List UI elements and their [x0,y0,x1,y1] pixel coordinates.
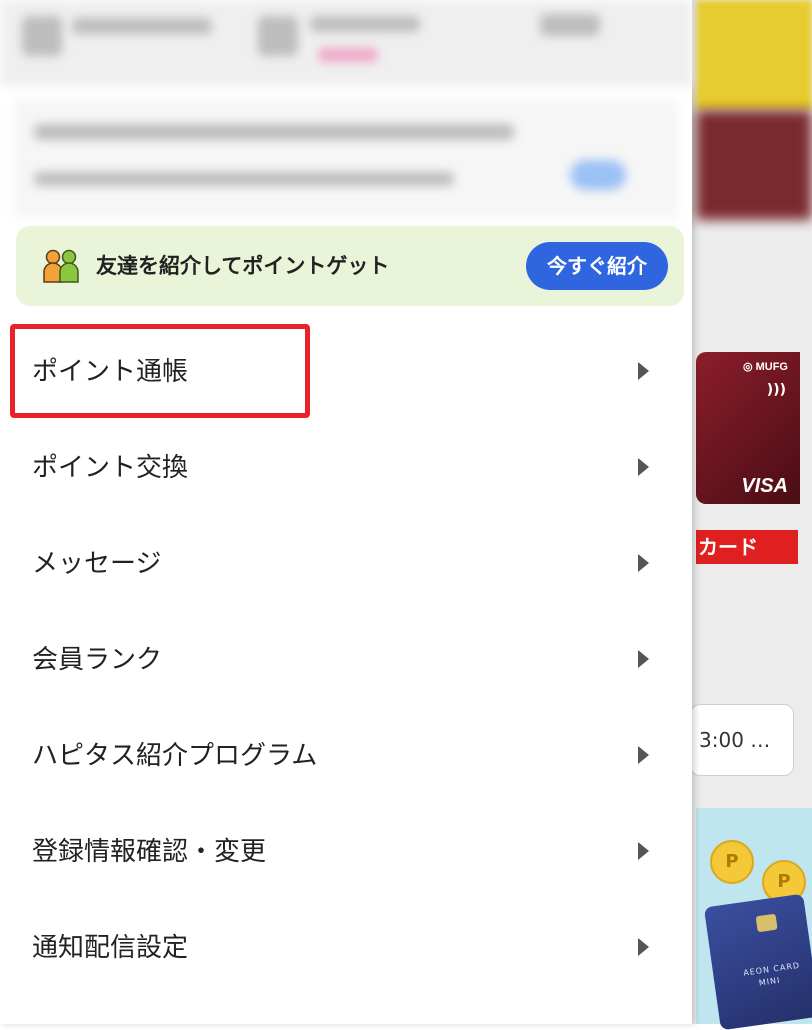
card-chip-icon [755,913,778,933]
time-chip: 3:00 … [690,704,794,776]
menu-item-label: ポイント交換 [32,453,189,483]
drawer-header-blurred [0,0,692,86]
drawer-menu: ポイント通帳 ポイント交換 メッセージ 会員ランク ハピタス紹介プログラム 登録… [0,324,692,996]
menu-item-point-exchange[interactable]: ポイント交換 [0,420,692,516]
drawer-notice-blurred [14,100,678,218]
aeon-card-text: AEON CARD [742,960,801,978]
chevron-right-icon [638,842,649,860]
menu-item-label: 登録情報確認・変更 [32,837,267,867]
card-label: カード [696,530,798,564]
menu-item-notification-settings[interactable]: 通知配信設定 [0,900,692,996]
menu-item-label: メッセージ [32,549,162,579]
menu-item-label: 通知配信設定 [32,933,189,963]
menu-item-label: ポイント通帳 [32,357,189,387]
coin-icon: P [710,840,754,884]
menu-item-referral-program[interactable]: ハピタス紹介プログラム [0,708,692,804]
chevron-right-icon [638,650,649,668]
menu-item-point-passbook[interactable]: ポイント通帳 [0,324,692,420]
referral-banner[interactable]: 友達を紹介してポイントゲット 今すぐ紹介 [16,226,684,306]
chevron-right-icon [638,362,649,380]
background-banner-blurred [696,110,812,220]
menu-item-messages[interactable]: メッセージ [0,516,692,612]
menu-item-member-rank[interactable]: 会員ランク [0,612,692,708]
card-brand: VISA [741,475,788,497]
refer-now-button[interactable]: 今すぐ紹介 [526,242,668,290]
credit-card-image: ◎ MUFG ))) VISA [696,352,800,504]
side-drawer: 友達を紹介してポイントゲット 今すぐ紹介 ポイント通帳 ポイント交換 メッセージ… [0,0,692,1024]
menu-item-account-settings[interactable]: 登録情報確認・変更 [0,804,692,900]
background-header-blurred [696,0,812,110]
aeon-card-image: AEON CARD MINI [703,893,812,1030]
contactless-icon: ))) [766,382,786,398]
two-people-icon [43,249,79,283]
chevron-right-icon [638,938,649,956]
menu-item-label: ハピタス紹介プログラム [32,741,318,771]
referral-text: 友達を紹介してポイントゲット [96,254,390,278]
aeon-card-subtext: MINI [758,975,781,988]
chevron-right-icon [638,458,649,476]
chevron-right-icon [638,746,649,764]
chevron-right-icon [638,554,649,572]
menu-item-label: 会員ランク [32,645,163,675]
card-brand-top: ◎ MUFG [742,361,788,373]
